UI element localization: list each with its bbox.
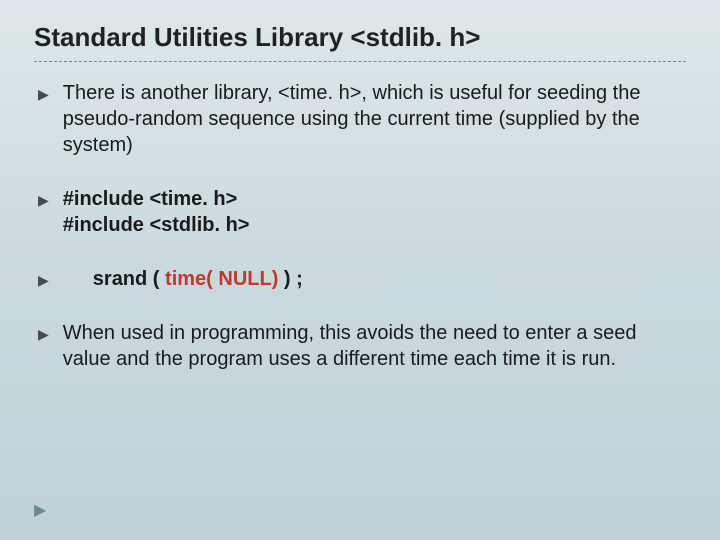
bullet-text: There is another library, <time. h>, whi…: [63, 80, 676, 158]
bullet-marker-icon: ▶: [38, 325, 49, 372]
slide-body: ▶ There is another library, <time. h>, w…: [34, 80, 686, 372]
slide-title: Standard Utilities Library <stdlib. h>: [34, 22, 686, 62]
slide: Standard Utilities Library <stdlib. h> ▶…: [0, 0, 720, 540]
srand-suffix: ) ;: [278, 268, 302, 290]
srand-prefix: srand (: [93, 268, 165, 290]
bullet-marker-icon: ▶: [38, 191, 49, 238]
include-line-2: #include <stdlib. h>: [63, 214, 250, 236]
bullet-item: ▶ There is another library, <time. h>, w…: [38, 80, 676, 158]
bullet-marker-icon: ▶: [38, 85, 49, 158]
bullet-marker-icon: ▶: [38, 271, 49, 292]
srand-red: time( NULL): [165, 268, 278, 290]
bullet-text: When used in programming, this avoids th…: [63, 320, 676, 372]
bullet-item: ▶ When used in programming, this avoids …: [38, 320, 676, 372]
bullet-text: srand ( time( NULL) ) ;: [63, 266, 676, 292]
bullet-item: ▶ srand ( time( NULL) ) ;: [38, 266, 676, 292]
include-line-1: #include <time. h>: [63, 188, 238, 210]
footer-arrow-icon: ▶: [34, 500, 46, 520]
bullet-text: #include <time. h> #include <stdlib. h>: [63, 186, 676, 238]
bullet-item: ▶ #include <time. h> #include <stdlib. h…: [38, 186, 676, 238]
